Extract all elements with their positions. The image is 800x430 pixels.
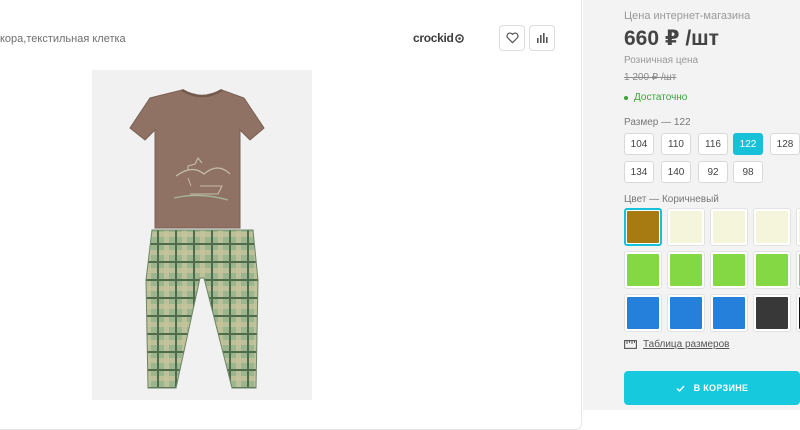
size-option[interactable]: 92 xyxy=(698,161,728,183)
color-swatch[interactable] xyxy=(710,294,748,332)
color-fill xyxy=(670,211,702,243)
checkmark-icon xyxy=(676,385,685,392)
retail-price-label: Розничная цена xyxy=(624,55,699,66)
color-swatch[interactable] xyxy=(624,251,662,289)
color-swatch-selected[interactable] xyxy=(624,208,662,246)
color-swatch[interactable] xyxy=(667,251,705,289)
size-option[interactable]: 104 xyxy=(624,133,654,155)
size-option[interactable]: 128 xyxy=(770,133,800,155)
size-option[interactable]: 140 xyxy=(661,161,691,183)
online-price: 660 ₽ /шт xyxy=(624,27,719,50)
size-option-selected[interactable]: 122 xyxy=(733,133,763,155)
color-label: Цвет — Коричневый xyxy=(624,194,719,205)
ruler-icon xyxy=(624,340,637,349)
color-fill xyxy=(670,297,702,329)
size-table-link[interactable]: Таблица размеров xyxy=(624,339,729,350)
bar-chart-icon xyxy=(537,33,548,43)
color-fill xyxy=(713,297,745,329)
size-option[interactable]: 116 xyxy=(698,133,728,155)
color-swatch[interactable] xyxy=(624,294,662,332)
color-swatch[interactable] xyxy=(796,208,800,246)
color-fill xyxy=(756,254,788,286)
color-swatch[interactable] xyxy=(753,251,791,289)
compare-button[interactable] xyxy=(529,25,555,51)
color-swatch[interactable] xyxy=(796,251,800,289)
color-fill xyxy=(756,211,788,243)
retail-price: 1 200 ₽ /шт xyxy=(624,72,677,83)
color-fill xyxy=(713,254,745,286)
color-fill xyxy=(713,211,745,243)
color-swatch[interactable] xyxy=(710,208,748,246)
product-title: кора,текстильная клетка xyxy=(0,33,126,45)
color-swatch[interactable] xyxy=(796,294,800,332)
in-cart-label: В КОРЗИНЕ xyxy=(693,383,749,393)
size-option[interactable]: 110 xyxy=(661,133,691,155)
brand-name: crockid xyxy=(413,31,454,45)
online-price-label: Цена интернет-магазина xyxy=(624,10,751,22)
stock-status-text: Достаточно xyxy=(634,92,688,103)
size-label: Размер — 122 xyxy=(624,117,691,128)
color-fill xyxy=(670,254,702,286)
color-fill xyxy=(756,297,788,329)
color-swatch[interactable] xyxy=(667,294,705,332)
size-option[interactable]: 134 xyxy=(624,161,654,183)
in-cart-button[interactable]: В КОРЗИНЕ xyxy=(624,371,800,405)
stock-status: Достаточно xyxy=(624,92,687,103)
heart-icon xyxy=(505,32,519,44)
color-fill xyxy=(627,297,659,329)
size-table-label: Таблица размеров xyxy=(643,339,730,350)
brand-mark-icon xyxy=(454,33,464,43)
brand-logo[interactable]: crockid xyxy=(413,31,464,45)
color-swatch[interactable] xyxy=(753,294,791,332)
color-fill xyxy=(627,211,659,243)
stock-dot-icon xyxy=(624,95,628,100)
color-fill xyxy=(627,254,659,286)
product-image[interactable] xyxy=(92,70,312,400)
favorite-button[interactable] xyxy=(499,25,525,51)
size-option[interactable]: 98 xyxy=(733,161,763,183)
color-swatch[interactable] xyxy=(710,251,748,289)
color-swatch[interactable] xyxy=(753,208,791,246)
pajama-set-image xyxy=(129,88,265,389)
color-swatch[interactable] xyxy=(667,208,705,246)
